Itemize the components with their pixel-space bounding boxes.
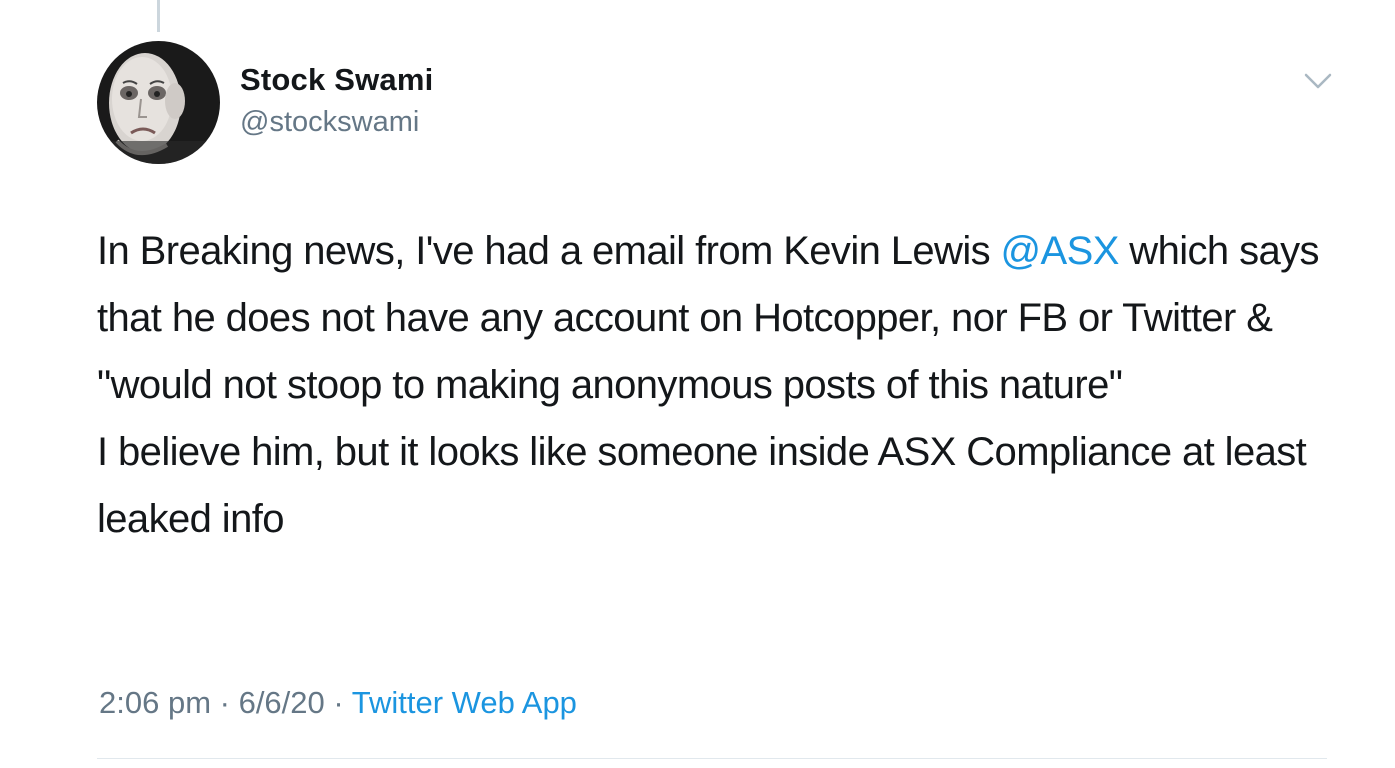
profile-photo-icon [97,41,220,164]
divider [97,758,1327,759]
tweet-date[interactable]: 6/6/20 [239,685,325,720]
thread-connector-line [157,0,160,32]
author-handle[interactable]: @stockswami [240,106,419,139]
mention-link[interactable]: @ASX [1001,229,1120,273]
tweet-meta: 2:06 pm · 6/6/20 · Twitter Web App [99,685,577,721]
tweet-text-part-1: In Breaking news, I've had a email from … [97,229,1001,273]
tweet-paragraph-1: In Breaking news, I've had a email from … [97,218,1337,419]
tweet-text: In Breaking news, I've had a email from … [97,218,1337,553]
author-display-name[interactable]: Stock Swami [240,62,433,98]
meta-separator: · [211,685,239,720]
avatar[interactable] [97,41,220,164]
tweet-time[interactable]: 2:06 pm [99,685,211,720]
tweet-source-link[interactable]: Twitter Web App [352,685,577,720]
chevron-down-icon [1304,73,1332,89]
meta-separator: · [324,685,352,720]
tweet-paragraph-2: I believe him, but it looks like someone… [97,430,1307,541]
tweet-options-button[interactable] [1298,66,1338,96]
